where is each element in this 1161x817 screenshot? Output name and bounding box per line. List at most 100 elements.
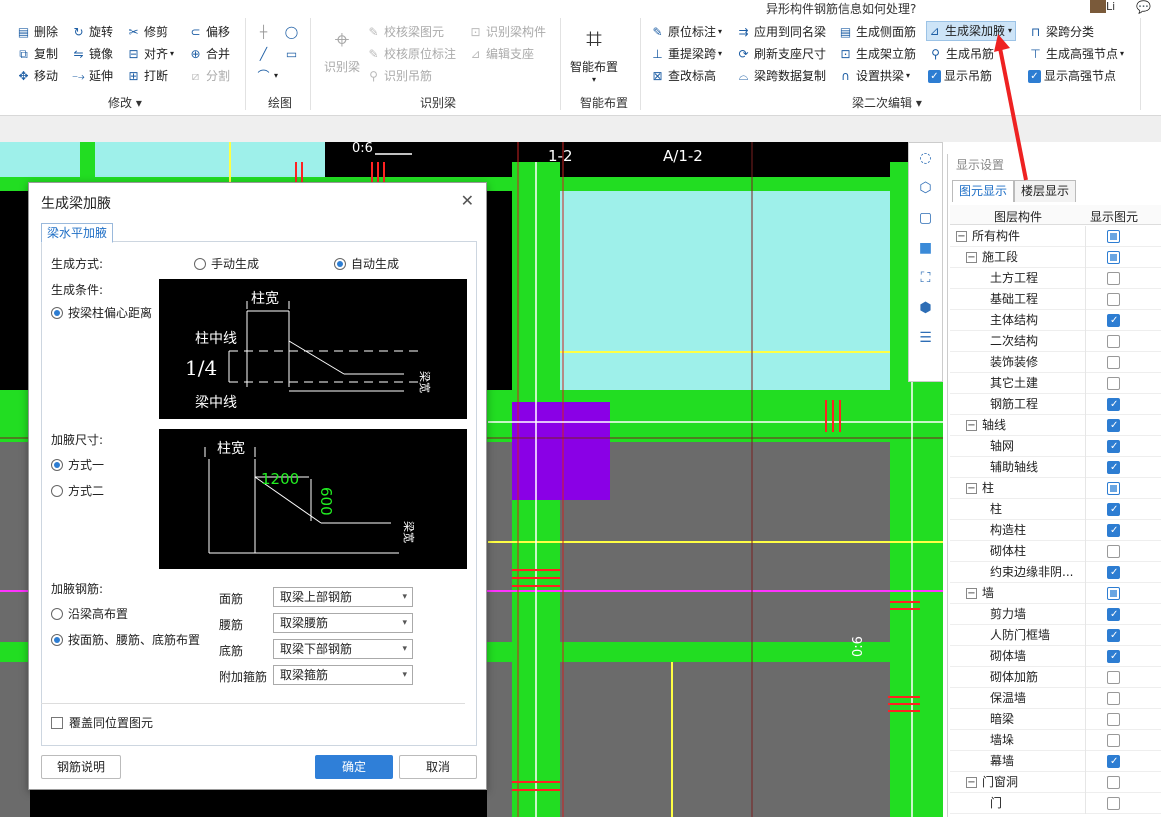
user-name[interactable]: Li	[1106, 0, 1115, 13]
collapse-icon[interactable]: −	[966, 588, 977, 599]
display-checkbox[interactable]	[1107, 671, 1120, 684]
point-tool[interactable]: ┼	[256, 22, 274, 42]
in-place-annotation-button[interactable]: ✎ 原位标注 ▾	[650, 22, 722, 42]
collapse-icon[interactable]: −	[956, 231, 967, 242]
copy-button[interactable]: ⧉ 复制	[16, 44, 58, 64]
bottom-rebar-select[interactable]: 取梁下部钢筋	[273, 639, 413, 659]
auto-radio[interactable]: 自动生成	[334, 255, 399, 272]
tree-row[interactable]: 砌体加筋	[950, 667, 1161, 688]
tree-row[interactable]: 暗梁	[950, 709, 1161, 730]
line-tool[interactable]: ╱	[256, 44, 274, 64]
trim-button[interactable]: ✂ 修剪	[126, 22, 168, 42]
display-checkbox[interactable]	[1107, 734, 1120, 747]
move-button[interactable]: ✥ 移动	[16, 66, 58, 86]
display-checkbox[interactable]	[1107, 587, 1120, 600]
collapse-icon[interactable]: −	[966, 777, 977, 788]
arc-tool[interactable]: ⌒ ▾	[256, 66, 278, 86]
solid-view-icon[interactable]: ■	[909, 233, 942, 263]
tree-row[interactable]: − 墙	[950, 583, 1161, 604]
rotate-button[interactable]: ↻ 旋转	[71, 22, 113, 42]
tree-row[interactable]: 剪力墙	[950, 604, 1161, 625]
identify-beam-member-button[interactable]: ⊡ 识别梁构件	[468, 22, 546, 42]
collapse-icon[interactable]: −	[966, 483, 977, 494]
align-button[interactable]: ⊟ 对齐 ▾	[126, 44, 174, 64]
display-checkbox[interactable]	[1107, 625, 1120, 646]
display-checkbox[interactable]	[1107, 482, 1120, 495]
rebar-help-button[interactable]: 钢筋说明	[41, 755, 121, 779]
check-elevation-button[interactable]: ⊠ 查改标高	[650, 66, 716, 86]
avatar[interactable]	[1090, 0, 1106, 13]
display-checkbox[interactable]	[1107, 394, 1120, 415]
tree-row[interactable]: 人防门框墙	[950, 625, 1161, 646]
tree-row[interactable]: − 门窗洞	[950, 772, 1161, 793]
display-checkbox[interactable]	[1107, 751, 1120, 772]
display-checkbox[interactable]	[1107, 272, 1120, 285]
display-checkbox[interactable]	[1107, 415, 1120, 436]
tree-row[interactable]: 构造柱	[950, 520, 1161, 541]
tree-row[interactable]: − 所有构件	[950, 226, 1161, 247]
smart-layout-button[interactable]: ⌗ 智能布置 ▾	[568, 20, 620, 84]
gen-hanger-button[interactable]: ⚲ 生成吊筋	[928, 44, 994, 64]
tree-row[interactable]: 主体结构	[950, 310, 1161, 331]
tree-row[interactable]: 门	[950, 793, 1161, 814]
refresh-support-button[interactable]: ⟳ 刷新支座尺寸	[736, 44, 826, 64]
check-beam-button[interactable]: ✎ 校核梁图元	[366, 22, 444, 42]
tree-row[interactable]: 保温墙	[950, 688, 1161, 709]
tree-row[interactable]: − 轴线	[950, 415, 1161, 436]
delete-button[interactable]: ▤ 删除	[16, 22, 58, 42]
display-checkbox[interactable]	[1107, 646, 1120, 667]
mode-one-radio[interactable]: 方式一	[51, 456, 104, 473]
close-icon[interactable]: ✕	[461, 191, 474, 210]
display-checkbox[interactable]	[1107, 356, 1120, 369]
identify-beam-button[interactable]: ⌖ 识别梁	[320, 22, 364, 75]
tree-row[interactable]: 辅助轴线	[950, 457, 1161, 478]
display-checkbox[interactable]	[1107, 545, 1120, 558]
display-checkbox[interactable]	[1107, 692, 1120, 705]
tree-row[interactable]: 钢筋工程	[950, 394, 1161, 415]
by-rebar-radio[interactable]: 按面筋、腰筋、底筋布置	[51, 631, 200, 648]
edit-support-button[interactable]: ⊿ 编辑支座	[468, 44, 534, 64]
collapse-icon[interactable]: −	[966, 252, 977, 263]
circle-tool[interactable]: ◯	[284, 22, 302, 42]
display-checkbox[interactable]	[1107, 310, 1120, 331]
display-checkbox[interactable]	[1107, 776, 1120, 789]
display-checkbox[interactable]	[1107, 335, 1120, 348]
show-high-strength-checkbox[interactable]: ✓ 显示高强节点	[1028, 66, 1116, 86]
render-icon[interactable]: ⬢	[909, 293, 942, 323]
cube-view-icon[interactable]: ▢	[909, 203, 942, 233]
orbit-icon[interactable]: ◌	[909, 143, 942, 173]
help-question-text[interactable]: 异形构件钢筋信息如何处理?	[766, 0, 916, 17]
rect-tool[interactable]: ▭	[284, 44, 302, 64]
identify-hanger-button[interactable]: ⚲ 识别吊筋	[366, 66, 432, 86]
display-checkbox[interactable]	[1107, 457, 1120, 478]
display-checkbox[interactable]	[1107, 436, 1120, 457]
top-rebar-select[interactable]: 取梁上部钢筋	[273, 587, 413, 607]
3d-view-icon[interactable]: ⬡	[909, 173, 942, 203]
display-checkbox[interactable]	[1107, 230, 1120, 243]
manual-radio[interactable]: 手动生成	[194, 255, 259, 272]
display-checkbox[interactable]	[1107, 520, 1120, 541]
tree-row[interactable]: 砌体墙	[950, 646, 1161, 667]
tree-row[interactable]: − 柱	[950, 478, 1161, 499]
display-checkbox[interactable]	[1107, 293, 1120, 306]
along-height-radio[interactable]: 沿梁高布置	[51, 605, 128, 622]
display-checkbox[interactable]	[1107, 797, 1120, 810]
reextract-span-button[interactable]: ⊥ 重提梁跨 ▾	[650, 44, 722, 64]
tab-horizontal-haunch[interactable]: 梁水平加腋	[41, 223, 114, 243]
eccentric-radio[interactable]: 按梁柱偏心距离	[51, 304, 152, 321]
collapse-icon[interactable]: −	[966, 420, 977, 431]
gen-high-strength-button[interactable]: ⊤ 生成高强节点 ▾	[1028, 44, 1124, 64]
display-checkbox[interactable]	[1107, 251, 1120, 264]
fit-view-icon[interactable]: ⛶	[909, 263, 942, 293]
display-checkbox[interactable]	[1107, 499, 1120, 520]
tree-row[interactable]: 柱	[950, 499, 1161, 520]
gen-erection-rebar-button[interactable]: ⊡ 生成架立筋	[838, 44, 916, 64]
split-button[interactable]: ⧄ 分割	[188, 66, 230, 86]
tree-row[interactable]: 砌体柱	[950, 541, 1161, 562]
tree-row[interactable]: 装饰装修	[950, 352, 1161, 373]
tree-row[interactable]: 轴网	[950, 436, 1161, 457]
display-checkbox[interactable]	[1107, 562, 1120, 583]
mode-two-radio[interactable]: 方式二	[51, 482, 104, 499]
offset-button[interactable]: ⊂ 偏移	[188, 22, 230, 42]
mirror-button[interactable]: ⇋ 镜像	[71, 44, 113, 64]
